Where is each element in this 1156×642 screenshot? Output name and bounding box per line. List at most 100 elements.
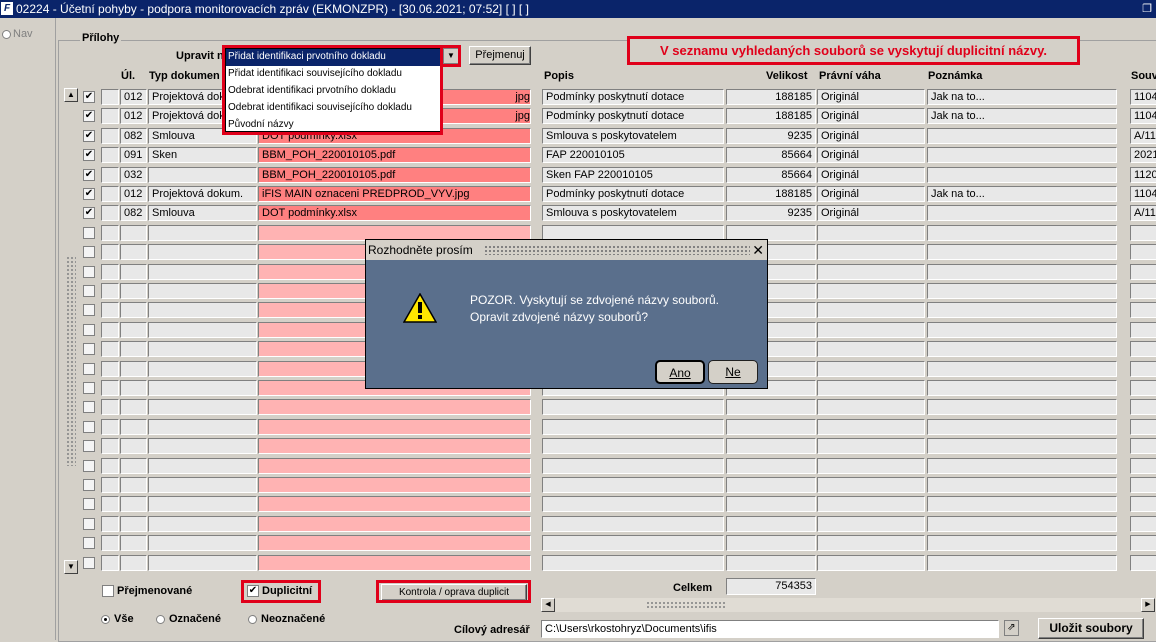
cell-typ[interactable] (148, 225, 257, 241)
radio-all[interactable]: Vše (101, 613, 134, 625)
row-selector[interactable] (101, 399, 119, 415)
cell-ul[interactable] (120, 399, 147, 415)
row-selector[interactable] (101, 283, 119, 299)
scroll-grip[interactable] (66, 256, 76, 466)
row-selector[interactable] (101, 244, 119, 260)
cell-souv[interactable] (1130, 458, 1156, 474)
row-checkbox[interactable]: ✔ (83, 91, 95, 103)
cell-ul[interactable] (120, 380, 147, 396)
cell-pravni[interactable] (817, 244, 925, 260)
cell-ul[interactable]: 082 (120, 128, 147, 144)
row-checkbox[interactable] (83, 557, 95, 569)
cell-poznamka[interactable] (927, 535, 1117, 551)
cell-poznamka[interactable] (927, 361, 1117, 377)
cell-popis[interactable] (542, 458, 724, 474)
cell-velikost[interactable]: 9235 (726, 128, 816, 144)
cell-pravni[interactable] (817, 496, 925, 512)
row-checkbox[interactable] (83, 304, 95, 316)
row-selector[interactable] (101, 322, 119, 338)
cell-poznamka[interactable] (927, 225, 1117, 241)
nav-radio[interactable]: Nav (2, 28, 33, 40)
cell-name[interactable]: DOT podmínky.xlsx (258, 205, 531, 221)
row-selector[interactable] (101, 535, 119, 551)
cell-popis[interactable] (542, 419, 724, 435)
cell-typ[interactable] (148, 322, 257, 338)
scroll-right-icon[interactable]: ▶ (1141, 598, 1155, 612)
row-selector[interactable] (101, 341, 119, 357)
row-checkbox[interactable] (83, 460, 95, 472)
cell-velikost[interactable] (726, 438, 816, 454)
row-selector[interactable] (101, 264, 119, 280)
row-checkbox[interactable] (83, 479, 95, 491)
cell-name[interactable] (258, 496, 531, 512)
cell-ul[interactable] (120, 264, 147, 280)
row-selector[interactable] (101, 205, 119, 221)
cell-souv[interactable] (1130, 361, 1156, 377)
cell-ul[interactable] (120, 283, 147, 299)
cell-souv[interactable] (1130, 283, 1156, 299)
cell-ul[interactable] (120, 555, 147, 571)
yes-button[interactable]: Ano (655, 360, 705, 384)
cell-ul[interactable] (120, 458, 147, 474)
row-checkbox[interactable] (83, 440, 95, 452)
cell-velikost[interactable] (726, 516, 816, 532)
no-button[interactable]: Ne (708, 360, 758, 384)
row-selector[interactable] (101, 419, 119, 435)
radio-marked[interactable]: Označené (156, 613, 221, 625)
row-selector[interactable] (101, 438, 119, 454)
cell-pravni[interactable] (817, 399, 925, 415)
cell-poznamka[interactable] (927, 555, 1117, 571)
cell-typ[interactable] (148, 283, 257, 299)
radio-all-icon[interactable] (101, 614, 110, 624)
cell-poznamka[interactable] (927, 302, 1117, 318)
cell-pravni[interactable] (817, 516, 925, 532)
row-selector[interactable] (101, 167, 119, 183)
cell-name[interactable]: BBM_POH_220010105.pdf (258, 167, 531, 183)
cell-pravni[interactable] (817, 458, 925, 474)
cell-name[interactable] (258, 399, 531, 415)
cell-pravni[interactable] (817, 225, 925, 241)
cell-velikost[interactable]: 188185 (726, 89, 816, 105)
restore-window-icon[interactable]: ❐ (1142, 0, 1152, 18)
cell-souv[interactable]: 1104 (1130, 89, 1156, 105)
cell-typ[interactable] (148, 477, 257, 493)
row-checkbox[interactable] (83, 363, 95, 375)
cell-souv[interactable] (1130, 399, 1156, 415)
cell-pravni[interactable] (817, 361, 925, 377)
cell-poznamka[interactable] (927, 458, 1117, 474)
row-selector[interactable] (101, 225, 119, 241)
cell-popis[interactable]: FAP 220010105 (542, 147, 724, 163)
cell-souv[interactable] (1130, 264, 1156, 280)
row-selector[interactable] (101, 186, 119, 202)
cell-poznamka[interactable]: Jak na to... (927, 108, 1117, 124)
cell-pravni[interactable] (817, 535, 925, 551)
cell-typ[interactable] (148, 399, 257, 415)
cell-name[interactable]: iFIS MAIN oznaceni PREDPROD_VYV.jpg (258, 186, 531, 202)
row-selector[interactable] (101, 361, 119, 377)
row-selector[interactable] (101, 516, 119, 532)
cell-ul[interactable] (120, 516, 147, 532)
row-checkbox[interactable] (83, 498, 95, 510)
cell-pravni[interactable]: Originál (817, 108, 925, 124)
cell-popis[interactable]: Smlouva s poskytovatelem (542, 128, 724, 144)
cell-ul[interactable] (120, 496, 147, 512)
cell-souv[interactable] (1130, 244, 1156, 260)
cell-souv[interactable] (1130, 302, 1156, 318)
cell-poznamka[interactable] (927, 167, 1117, 183)
cell-typ[interactable] (148, 555, 257, 571)
cell-popis[interactable] (542, 516, 724, 532)
cell-ul[interactable]: 012 (120, 186, 147, 202)
row-selector[interactable] (101, 555, 119, 571)
cell-popis[interactable] (542, 399, 724, 415)
row-checkbox[interactable]: ✔ (83, 207, 95, 219)
cell-souv[interactable] (1130, 380, 1156, 396)
cell-typ[interactable] (148, 167, 257, 183)
cell-poznamka[interactable] (927, 147, 1117, 163)
cell-ul[interactable] (120, 302, 147, 318)
cell-pravni[interactable]: Originál (817, 167, 925, 183)
cell-souv[interactable]: 2021 (1130, 147, 1156, 163)
cell-typ[interactable] (148, 535, 257, 551)
row-checkbox[interactable]: ✔ (83, 110, 95, 122)
cell-velikost[interactable]: 188185 (726, 186, 816, 202)
close-icon[interactable]: ✕ (752, 240, 764, 260)
